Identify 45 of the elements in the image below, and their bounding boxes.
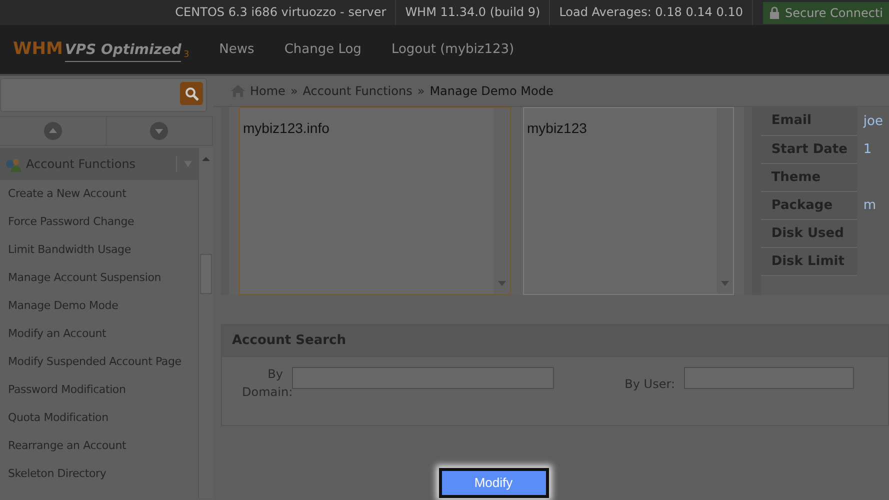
search-field[interactable] bbox=[0, 78, 207, 112]
sidebar-item[interactable]: Skeleton Directory bbox=[0, 460, 198, 488]
secure-connection-badge: Secure Connecti bbox=[762, 2, 889, 24]
field-label: By User: bbox=[624, 376, 676, 394]
sidebar-item[interactable]: Manage Demo Mode bbox=[0, 292, 198, 320]
breadcrumb-separator: » bbox=[417, 83, 425, 100]
sidebar-item[interactable]: Modify an Account bbox=[0, 320, 198, 348]
search-button[interactable] bbox=[180, 82, 203, 105]
info-value: m bbox=[863, 198, 876, 213]
breadcrumb-link[interactable]: Home bbox=[250, 82, 286, 100]
logo-subtitle: VPS Optimized bbox=[64, 40, 182, 62]
sidebar-item[interactable]: Create a New Account bbox=[0, 180, 198, 208]
sidebar-item[interactable]: Quota Modification bbox=[0, 404, 198, 432]
logo-index: 3 bbox=[183, 48, 190, 62]
sidebar-item[interactable]: Force Password Change bbox=[0, 208, 198, 236]
list-option[interactable]: mybiz123.info bbox=[243, 118, 330, 140]
scroll-down-arrow-icon[interactable] bbox=[498, 281, 506, 286]
list-option[interactable]: mybiz123 bbox=[527, 118, 587, 140]
text-input[interactable] bbox=[684, 367, 854, 390]
sidebar-item[interactable]: Rearrange an Account bbox=[0, 432, 198, 460]
scroll-down-arrow-icon[interactable] bbox=[721, 281, 729, 286]
modify-button[interactable]: Modify bbox=[438, 468, 548, 498]
scroll-up-arrow-icon[interactable] bbox=[202, 156, 210, 162]
nav-link[interactable]: Change Log bbox=[284, 40, 362, 60]
sidebar-item[interactable]: Limit Bandwidth Usage bbox=[0, 236, 198, 264]
sidebar-item[interactable]: Password Modification bbox=[0, 376, 198, 404]
nav-link[interactable]: Logout (mybiz123) bbox=[391, 40, 514, 60]
logo-text: WHM bbox=[13, 38, 63, 61]
nav-link[interactable]: News bbox=[219, 40, 254, 60]
user-listbox[interactable]: mybiz123 bbox=[523, 107, 734, 296]
sidebar-item[interactable]: Modify Suspended Account Page bbox=[0, 348, 198, 376]
breadcrumb-separator: » bbox=[290, 83, 298, 100]
search-icon bbox=[184, 86, 198, 100]
scrollbar[interactable] bbox=[494, 108, 510, 294]
scrollbar[interactable] bbox=[717, 108, 733, 294]
info-value: joe bbox=[863, 114, 883, 129]
info-value: 1 bbox=[863, 142, 872, 157]
field-label: By Domain: bbox=[241, 366, 292, 402]
text-input[interactable] bbox=[292, 367, 554, 390]
domain-listbox[interactable]: mybiz123.info bbox=[239, 107, 511, 296]
breadcrumb-current: Manage Demo Mode bbox=[430, 83, 554, 100]
sidebar-item[interactable]: Manage Account Suspension bbox=[0, 264, 198, 292]
scrollbar[interactable] bbox=[198, 148, 213, 498]
breadcrumb-link[interactable]: Account Functions bbox=[302, 82, 412, 100]
lock-icon bbox=[768, 6, 780, 19]
